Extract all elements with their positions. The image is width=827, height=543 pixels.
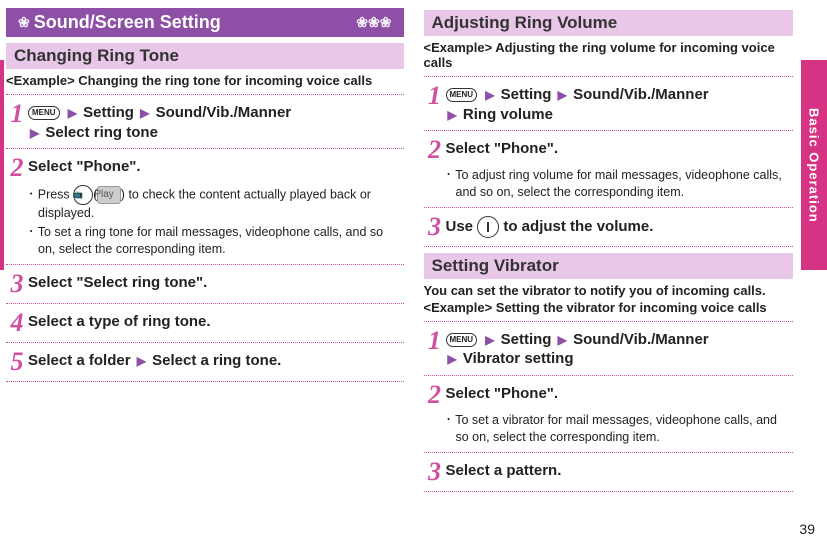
sub-header-changing-ring-tone: Changing Ring Tone — [6, 43, 404, 69]
right-column: Adjusting Ring Volume <Example> Adjustin… — [414, 0, 827, 543]
step-number: 3 — [424, 459, 446, 485]
divider — [6, 381, 404, 382]
chevron-right-icon: ▶ — [30, 126, 39, 140]
step-1: 1 MENU ▶ Setting ▶ Sound/Vib./Manner ▶ V… — [424, 328, 794, 369]
step-5: 5 Select a folder ▶ Select a ring tone. — [6, 349, 404, 375]
divider — [6, 94, 404, 95]
divider — [424, 76, 794, 77]
chevron-right-icon: ▶ — [485, 333, 494, 347]
menu-icon: MENU — [446, 333, 478, 347]
flower-icon: ❀ — [18, 14, 30, 31]
step-text: Sound/Vib./Manner — [156, 104, 292, 121]
step-2: 2 Select "Phone". — [424, 382, 794, 408]
step-number: 2 — [6, 155, 28, 181]
step-body: MENU ▶ Setting ▶ Sound/Vib./Manner ▶ Sel… — [28, 101, 404, 142]
example-text: <Example> Changing the ring tone for inc… — [6, 73, 404, 88]
step-4: 4 Select a type of ring tone. — [6, 310, 404, 336]
flower-icon: ❀❀❀ — [356, 14, 391, 31]
banner-title: Sound/Screen Setting — [34, 12, 221, 33]
example-text: <Example> Adjusting the ring volume for … — [424, 40, 794, 70]
sub-header-adjusting-ring-volume: Adjusting Ring Volume — [424, 10, 794, 36]
step-notes: ･ To adjust ring volume for mail message… — [446, 167, 794, 201]
step-text: Vibrator setting — [463, 350, 574, 367]
sub-header-setting-vibrator: Setting Vibrator — [424, 253, 794, 279]
example-text: <Example> Setting the vibrator for incom… — [424, 300, 794, 315]
step-text: Select a ring tone. — [152, 352, 281, 369]
step-text: Use — [446, 218, 478, 235]
step-text: Sound/Vib./Manner — [573, 86, 709, 103]
step-text: Select a folder — [28, 352, 131, 369]
step-notes: ･ To set a vibrator for mail messages, v… — [446, 412, 794, 446]
step-title: Select a pattern. — [446, 459, 794, 481]
divider — [6, 148, 404, 149]
left-column: ❀ Sound/Screen Setting ❀❀❀ Changing Ring… — [0, 0, 414, 543]
divider — [424, 207, 794, 208]
step-number: 2 — [424, 137, 446, 163]
step-2: 2 Select "Phone". — [6, 155, 404, 181]
step-3: 3 Select "Select ring tone". — [6, 271, 404, 297]
divider — [424, 491, 794, 492]
step-title: Select "Select ring tone". — [28, 271, 404, 293]
page-number: 39 — [799, 521, 815, 537]
step-body: Select a folder ▶ Select a ring tone. — [28, 349, 404, 371]
chevron-right-icon: ▶ — [558, 333, 567, 347]
step-body: MENU ▶ Setting ▶ Sound/Vib./Manner ▶ Rin… — [446, 83, 794, 124]
step-number: 3 — [6, 271, 28, 297]
note-text: To set a ring tone for mail messages, vi… — [38, 225, 383, 256]
divider — [424, 321, 794, 322]
step-body: Select "Phone". — [28, 155, 404, 177]
step-notes: ･ Press 📺(Play) to check the content act… — [28, 185, 404, 258]
step-number: 1 — [6, 101, 28, 127]
note-text: To adjust ring volume for mail messages,… — [455, 168, 782, 199]
step-title: Select "Phone". — [446, 382, 794, 404]
tv-icon: 📺 — [73, 185, 93, 205]
step-1: 1 MENU ▶ Setting ▶ Sound/Vib./Manner ▶ R… — [424, 83, 794, 124]
step-title: Select a type of ring tone. — [28, 310, 404, 332]
chevron-right-icon: ▶ — [485, 88, 494, 102]
dpad-icon — [477, 216, 499, 238]
divider — [6, 264, 404, 265]
divider — [424, 452, 794, 453]
step-text: Sound/Vib./Manner — [573, 331, 709, 348]
step-2: 2 Select "Phone". — [424, 137, 794, 163]
chevron-right-icon: ▶ — [558, 88, 567, 102]
step-title: Select "Phone". — [446, 137, 794, 159]
step-text: Setting — [501, 86, 552, 103]
play-label: Play — [97, 186, 120, 204]
menu-icon: MENU — [28, 106, 60, 120]
step-body: Use to adjust the volume. — [446, 214, 794, 238]
step-text: Setting — [501, 331, 552, 348]
step-number: 5 — [6, 349, 28, 375]
step-text: Ring volume — [463, 106, 553, 123]
step-body: MENU ▶ Setting ▶ Sound/Vib./Manner ▶ Vib… — [446, 328, 794, 369]
menu-icon: MENU — [446, 88, 478, 102]
divider — [6, 342, 404, 343]
step-3: 3 Select a pattern. — [424, 459, 794, 485]
chevron-right-icon: ▶ — [448, 352, 457, 366]
divider — [424, 246, 794, 247]
divider — [6, 303, 404, 304]
step-title: Select "Phone". — [28, 158, 141, 175]
chevron-right-icon: ▶ — [448, 108, 457, 122]
step-text: Setting — [83, 104, 134, 121]
step-number: 1 — [424, 328, 446, 354]
step-number: 2 — [424, 382, 446, 408]
step-3: 3 Use to adjust the volume. — [424, 214, 794, 240]
chevron-right-icon: ▶ — [140, 106, 149, 120]
divider — [424, 130, 794, 131]
note-text: Press — [38, 187, 73, 201]
step-number: 3 — [424, 214, 446, 240]
divider — [424, 375, 794, 376]
chevron-right-icon: ▶ — [137, 354, 146, 368]
step-text: to adjust the volume. — [503, 218, 653, 235]
step-number: 1 — [424, 83, 446, 109]
step-number: 4 — [6, 310, 28, 336]
chevron-right-icon: ▶ — [68, 106, 77, 120]
step-1: 1 MENU ▶ Setting ▶ Sound/Vib./Manner ▶ S… — [6, 101, 404, 142]
lead-text: You can set the vibrator to notify you o… — [424, 283, 794, 298]
step-text: Select ring tone — [45, 124, 158, 141]
section-banner: ❀ Sound/Screen Setting ❀❀❀ — [6, 8, 404, 37]
note-text: To set a vibrator for mail messages, vid… — [455, 413, 777, 444]
